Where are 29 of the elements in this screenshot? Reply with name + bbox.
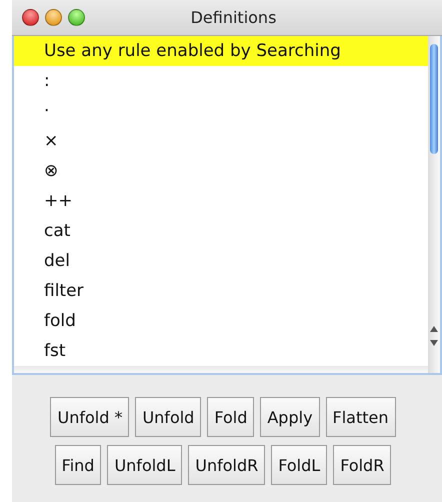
minimize-button[interactable]: [45, 9, 62, 26]
list-item[interactable]: fst: [14, 336, 428, 366]
scroll-thumb[interactable]: [430, 44, 438, 154]
list-item[interactable]: ⊗: [14, 156, 428, 186]
list-item[interactable]: :: [14, 66, 428, 96]
action-button[interactable]: Unfold: [135, 397, 202, 437]
list-item[interactable]: del: [14, 246, 428, 276]
action-button[interactable]: Find: [54, 445, 102, 485]
window-title: Definitions: [190, 8, 278, 27]
list-item[interactable]: ×: [14, 126, 428, 156]
close-button[interactable]: [22, 9, 39, 26]
action-button[interactable]: Unfold *: [50, 397, 130, 437]
list-item[interactable]: filter: [14, 276, 428, 306]
scrollbar[interactable]: [428, 36, 440, 373]
scroll-down-icon[interactable]: [429, 339, 439, 347]
list-item[interactable]: Use any rule enabled by Searching: [14, 36, 428, 66]
action-button[interactable]: UnfoldR: [188, 445, 266, 485]
action-button[interactable]: FoldR: [333, 445, 392, 485]
list-item[interactable]: ++: [14, 186, 428, 216]
action-button[interactable]: Flatten: [326, 397, 396, 437]
list-item[interactable]: cat: [14, 216, 428, 246]
action-button[interactable]: FoldL: [271, 445, 328, 485]
zoom-button[interactable]: [68, 9, 85, 26]
action-button[interactable]: Fold: [207, 397, 254, 437]
list-item[interactable]: ·: [14, 96, 428, 126]
action-button[interactable]: Apply: [260, 397, 320, 437]
list-item[interactable]: fold: [14, 306, 428, 336]
scroll-up-icon[interactable]: [429, 325, 439, 333]
action-button[interactable]: UnfoldL: [107, 445, 182, 485]
